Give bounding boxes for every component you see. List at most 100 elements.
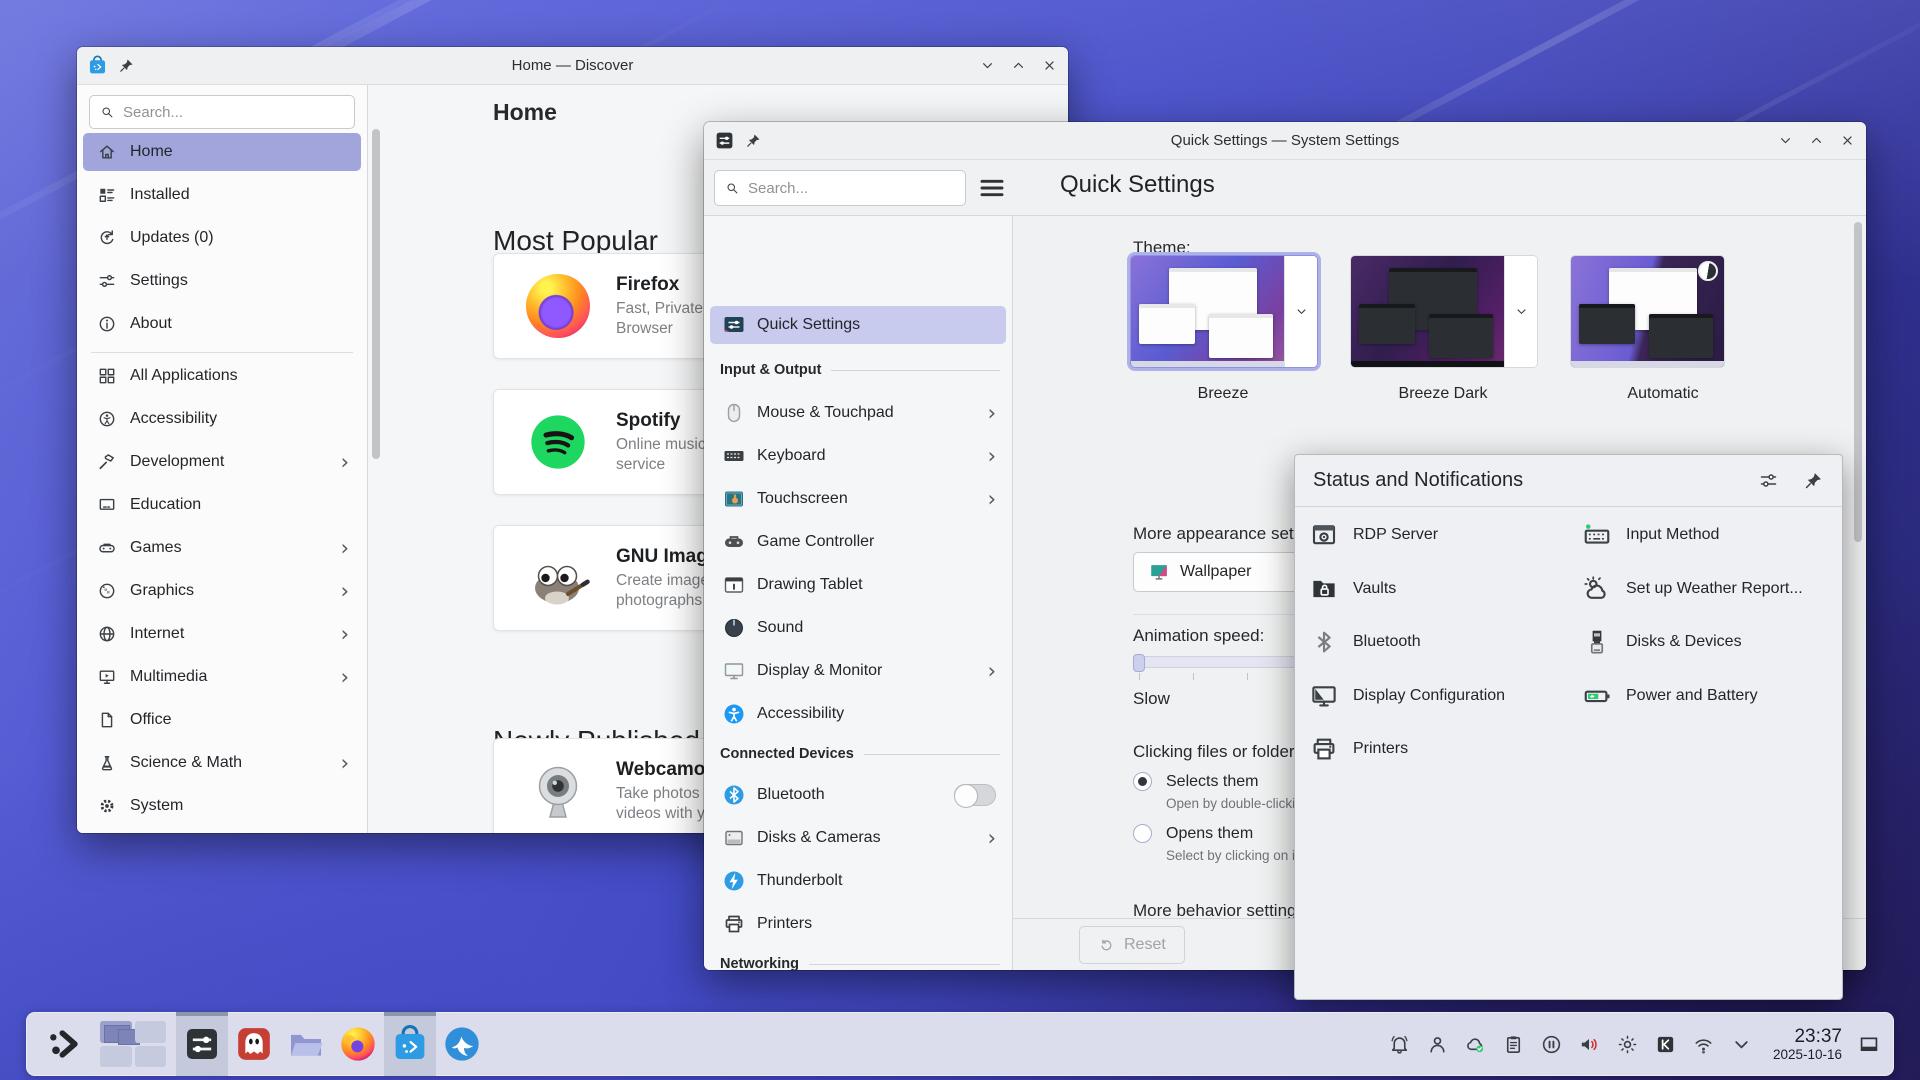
user-icon[interactable] — [1426, 1033, 1449, 1056]
discover-titlebar[interactable]: Home — Discover — [77, 47, 1068, 85]
close-button[interactable] — [1839, 132, 1856, 149]
minimize-button[interactable] — [979, 57, 996, 74]
kbox-icon[interactable] — [1654, 1033, 1677, 1056]
tray-entry-display-configuration[interactable]: Display Configuration — [1309, 674, 1505, 718]
pause-circle-icon[interactable] — [1540, 1033, 1563, 1056]
menu-button[interactable] — [976, 172, 1008, 204]
tray-entry-power-and-battery[interactable]: Power and Battery — [1582, 674, 1758, 718]
sidebar-item-settings[interactable]: Settings — [83, 262, 361, 300]
touchscreen-icon — [722, 487, 746, 511]
sidebar-item-quick-settings[interactable]: Quick Settings — [710, 306, 1006, 344]
sidebar-item-graphics[interactable]: Graphics› — [83, 572, 361, 610]
close-button[interactable] — [1041, 57, 1058, 74]
pager-desktop-2[interactable] — [135, 1021, 167, 1043]
slider-tick — [1247, 673, 1248, 680]
sidebar-item-science-math[interactable]: Science & Math› — [83, 744, 361, 782]
slider-min-label: Slow — [1133, 689, 1170, 709]
sidebar-item-keyboard[interactable]: Keyboard› — [710, 437, 1006, 475]
tray-entry-rdp-server[interactable]: RDP Server — [1309, 513, 1438, 557]
tray-entry-vaults[interactable]: Vaults — [1309, 567, 1396, 611]
sidebar-item-mouse-touchpad[interactable]: Mouse & Touchpad› — [710, 394, 1006, 432]
theme-card-breeze[interactable] — [1130, 255, 1318, 368]
clipboard-icon[interactable] — [1502, 1033, 1525, 1056]
task-falkon[interactable] — [436, 1012, 488, 1076]
maximize-button[interactable] — [1010, 57, 1027, 74]
theme-card-breeze-dark[interactable] — [1350, 255, 1538, 368]
bluetooth-toggle[interactable] — [954, 784, 996, 806]
virtual-desktop-pager[interactable] — [100, 1021, 166, 1067]
sidebar-item-education[interactable]: Education — [83, 486, 361, 524]
clock[interactable]: 23:37 2025-10-16 — [1773, 1026, 1842, 1062]
task-dolphin[interactable] — [280, 1012, 332, 1076]
configure-icon[interactable] — [1758, 470, 1779, 491]
chevron-right-icon: › — [341, 624, 349, 645]
sidebar-item-office[interactable]: Office — [83, 701, 361, 739]
theme-card-automatic[interactable] — [1570, 255, 1725, 368]
tray-entry-bluetooth[interactable]: Bluetooth — [1309, 620, 1421, 664]
tray-entry-input-method[interactable]: Input Method — [1582, 513, 1719, 557]
settings-titlebar[interactable]: Quick Settings — System Settings — [704, 122, 1866, 160]
task-discover[interactable] — [384, 1012, 436, 1076]
sidebar-item-internet[interactable]: Internet› — [83, 615, 361, 653]
show-desktop-button[interactable] — [1856, 1034, 1882, 1055]
sidebar-item-drawing-tablet[interactable]: Drawing Tablet — [710, 566, 1006, 604]
pin-icon[interactable] — [1803, 470, 1824, 491]
reset-button[interactable]: Reset — [1079, 926, 1185, 964]
sidebar-item-thunderbolt[interactable]: Thunderbolt — [710, 862, 1006, 900]
sidebar-item-display-monitor[interactable]: Display & Monitor› — [710, 652, 1006, 690]
application-launcher-button[interactable] — [44, 1024, 84, 1064]
sidebar-item-bluetooth[interactable]: Bluetooth — [710, 776, 1006, 814]
pin-icon[interactable] — [118, 57, 135, 74]
sidebar-item-accessibility[interactable]: Accessibility — [83, 400, 361, 438]
sidebar-item-installed[interactable]: Installed — [83, 176, 361, 214]
sidebar-item-development[interactable]: Development› — [83, 443, 361, 481]
volume-icon[interactable] — [1578, 1033, 1601, 1056]
chevron-right-icon: › — [341, 538, 349, 559]
minimize-button[interactable] — [1777, 132, 1794, 149]
tray-entry-disks-devices[interactable]: Disks & Devices — [1582, 620, 1742, 664]
sidebar-item-sound[interactable]: Sound — [710, 609, 1006, 647]
radio-selected[interactable] — [1133, 772, 1152, 791]
sidebar-item-printers[interactable]: Printers — [710, 905, 1006, 943]
theme-variant-dropdown[interactable] — [1504, 256, 1537, 367]
sun-icon[interactable] — [1616, 1033, 1639, 1056]
weather-icon — [1582, 574, 1612, 604]
task-ghostwriter[interactable] — [228, 1012, 280, 1076]
task-system-settings[interactable] — [176, 1012, 228, 1076]
radio-unselected[interactable] — [1133, 824, 1152, 843]
tray-entry-set-up-weather-report-[interactable]: Set up Weather Report... — [1582, 567, 1803, 611]
bell-icon[interactable] — [1388, 1033, 1411, 1056]
sidebar-item-multimedia[interactable]: Multimedia› — [83, 658, 361, 696]
theme-variant-dropdown[interactable] — [1284, 256, 1317, 367]
maximize-button[interactable] — [1808, 132, 1825, 149]
sidebar-item-touchscreen[interactable]: Touchscreen› — [710, 480, 1006, 518]
chevron-right-icon: › — [988, 489, 996, 510]
bt-blue-icon — [722, 783, 746, 807]
cloud-check-icon[interactable] — [1464, 1033, 1487, 1056]
wallpaper-button[interactable]: Wallpaper — [1133, 552, 1311, 592]
content-scrollbar[interactable] — [1854, 222, 1862, 542]
sidebar-item-system[interactable]: System — [83, 787, 361, 825]
sidebar-item-all-applications[interactable]: All Applications — [83, 357, 361, 395]
sidebar-item-game-controller[interactable]: Game Controller — [710, 523, 1006, 561]
chevron-down-lg-icon[interactable] — [1730, 1033, 1753, 1056]
pager-desktop-4[interactable] — [135, 1046, 167, 1068]
sidebar-item-label: System — [130, 797, 183, 815]
radio-option-opens-them[interactable]: Opens them — [1133, 824, 1253, 843]
search-input[interactable]: Search... — [89, 95, 355, 129]
wifi-icon[interactable] — [1692, 1033, 1715, 1056]
pin-icon[interactable] — [745, 132, 762, 149]
slider-handle[interactable] — [1133, 654, 1145, 672]
sidebar-item-about[interactable]: About — [83, 305, 361, 343]
radio-option-selects-them[interactable]: Selects them — [1133, 772, 1258, 791]
sidebar-item-games[interactable]: Games› — [83, 529, 361, 567]
pager-desktop-3[interactable] — [100, 1046, 132, 1068]
sidebar-item-disks-cameras[interactable]: Disks & Cameras› — [710, 819, 1006, 857]
tray-entry-printers[interactable]: Printers — [1309, 727, 1408, 771]
pager-desktop-1[interactable] — [100, 1021, 132, 1043]
sidebar-item-accessibility[interactable]: Accessibility — [710, 695, 1006, 733]
task-firefox[interactable] — [332, 1012, 384, 1076]
sidebar-item-updates-0-[interactable]: Updates (0) — [83, 219, 361, 257]
sidebar-item-home[interactable]: Home — [83, 133, 361, 171]
search-input[interactable]: Search... — [714, 170, 966, 206]
